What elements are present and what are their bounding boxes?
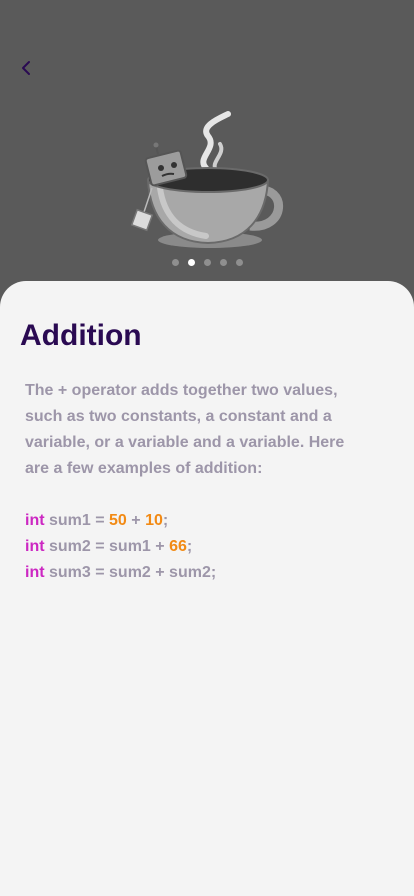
- code-text: ;: [186, 538, 193, 555]
- code-number: 50: [109, 512, 127, 529]
- code-line: int sum3 = sum2 + sum2;: [25, 560, 216, 586]
- code-number: 66: [169, 538, 187, 555]
- code-text: ;: [162, 512, 169, 529]
- code-keyword: int: [25, 538, 45, 555]
- code-text: +: [126, 512, 146, 529]
- code-keyword: int: [25, 564, 45, 581]
- code-text: sum2 = sum1 +: [44, 538, 170, 555]
- page-dot-active[interactable]: [187, 259, 195, 266]
- page-dot[interactable]: [171, 259, 179, 266]
- code-number: 10: [145, 512, 163, 529]
- page-indicator: [0, 259, 414, 266]
- code-text: sum1 =: [44, 512, 110, 529]
- description-text: The + operator adds together two values,…: [25, 382, 345, 477]
- page-dot[interactable]: [203, 259, 211, 266]
- content-sheet: Addition The + operator adds together tw…: [0, 281, 414, 896]
- code-example: int sum1 = 50 + 10; int sum2 = sum1 + 66…: [25, 508, 216, 586]
- back-button[interactable]: [14, 56, 38, 80]
- code-text: sum3 = sum2 + sum2;: [44, 564, 217, 581]
- page-dot[interactable]: [219, 259, 227, 266]
- chevron-left-icon: [22, 61, 30, 75]
- code-line: int sum2 = sum1 + 66;: [25, 534, 216, 560]
- code-line: int sum1 = 50 + 10;: [25, 508, 216, 534]
- coffee-cup-with-robot-icon: [130, 111, 284, 248]
- page-title: Addition: [20, 319, 142, 352]
- code-keyword: int: [25, 512, 45, 529]
- page-dot[interactable]: [235, 259, 243, 266]
